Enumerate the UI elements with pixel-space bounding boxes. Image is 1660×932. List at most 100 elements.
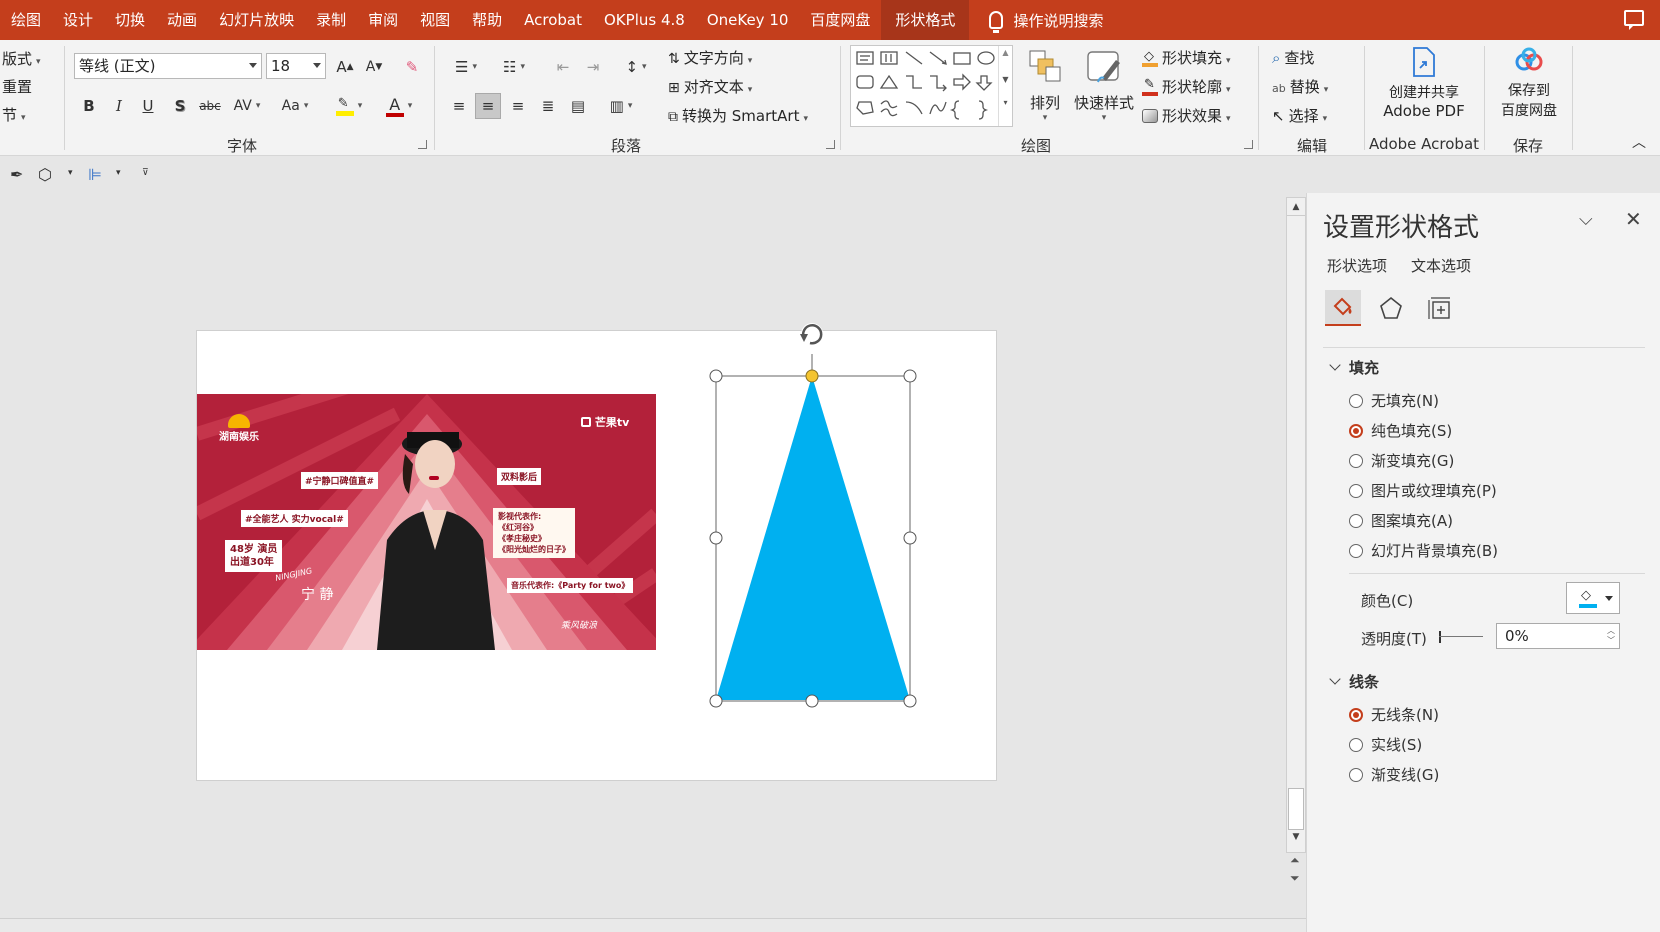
shape-effects-button[interactable]: 形状效果 ▾ xyxy=(1142,105,1231,126)
resize-handle-bottom[interactable] xyxy=(805,694,819,708)
previous-slide-icon[interactable]: ⏶ xyxy=(1290,854,1300,866)
tab-design[interactable]: 设计 xyxy=(52,0,104,40)
line-option[interactable]: 渐变线(G) xyxy=(1349,764,1439,785)
radio-button[interactable] xyxy=(1349,543,1363,558)
radio-button[interactable] xyxy=(1349,483,1363,498)
radio-button[interactable] xyxy=(1349,513,1363,528)
tell-me-search[interactable]: 操作说明搜索 xyxy=(989,10,1103,33)
tab-text-options[interactable]: 文本选项 xyxy=(1411,255,1471,276)
selected-triangle-shape[interactable] xyxy=(700,320,920,720)
align-icon[interactable]: ⊫ xyxy=(88,167,102,183)
radio-button[interactable] xyxy=(1349,393,1363,408)
tab-okplus[interactable]: OKPlus 4.8 xyxy=(593,0,696,40)
tab-draw[interactable]: 绘图 xyxy=(0,0,52,40)
columns-button[interactable]: ▥ ▾ xyxy=(600,93,642,119)
resize-handle-bottom-left[interactable] xyxy=(709,694,723,708)
resize-handle-bottom-right[interactable] xyxy=(903,694,917,708)
picture-ning-jing-poster[interactable]: 湖南娱乐 芒果tv #宁静口碑值直# #全能艺人 实力vocal# 48岁 演员… xyxy=(197,394,656,650)
shapes-icon[interactable]: ⬡ xyxy=(38,167,52,183)
font-name-combo[interactable]: 等线 (正文) xyxy=(74,53,262,79)
line-option[interactable]: 实线(S) xyxy=(1349,734,1422,755)
fill-line-tab[interactable] xyxy=(1325,290,1361,326)
align-left-button[interactable]: ≡ xyxy=(446,93,472,119)
scroll-up-icon[interactable]: ▲ xyxy=(1287,198,1305,216)
radio-button[interactable] xyxy=(1349,423,1363,438)
replace-button[interactable]: ab 替换 ▾ xyxy=(1272,76,1328,97)
radio-button[interactable] xyxy=(1349,737,1363,752)
editor-vertical-scrollbar[interactable]: ▲ ▼ xyxy=(1286,197,1306,853)
fill-option[interactable]: 纯色填充(S) xyxy=(1349,420,1452,441)
shrink-font-button[interactable]: A ▼ xyxy=(361,54,387,80)
section-button[interactable]: 节 ▾ xyxy=(2,104,26,125)
fill-option[interactable]: 无填充(N) xyxy=(1349,390,1439,411)
resize-handle-right[interactable] xyxy=(903,531,917,545)
strikethrough-button[interactable]: abc xyxy=(197,93,223,119)
customize-qat-icon[interactable]: ⊽ xyxy=(142,169,149,178)
paragraph-dialog-launcher[interactable] xyxy=(826,140,835,149)
increase-indent-button[interactable]: ⇥ xyxy=(580,54,606,80)
find-button[interactable]: ⌕ 查找 xyxy=(1272,47,1314,68)
eyedropper-icon[interactable]: ✒ xyxy=(10,167,23,183)
tab-slideshow[interactable]: 幻灯片放映 xyxy=(208,0,305,40)
tab-animations[interactable]: 动画 xyxy=(156,0,208,40)
align-text-button[interactable]: ⊞ 对齐文本 ▾ xyxy=(668,76,752,97)
italic-button[interactable]: I xyxy=(106,93,132,119)
transparency-slider[interactable] xyxy=(1439,629,1483,645)
select-button[interactable]: ↖ 选择 ▾ xyxy=(1272,105,1327,126)
highlight-color-button[interactable]: ✎ ▾ xyxy=(328,93,370,119)
tab-acrobat[interactable]: Acrobat xyxy=(513,0,593,40)
fill-option[interactable]: 幻灯片背景填充(B) xyxy=(1349,540,1498,561)
quick-styles-button[interactable]: 快速样式 ▾ xyxy=(1072,46,1136,130)
text-direction-button[interactable]: ⇅ 文字方向 ▾ xyxy=(668,47,752,68)
fill-option[interactable]: 渐变填充(G) xyxy=(1349,450,1454,471)
comments-icon[interactable] xyxy=(1624,10,1644,30)
collapse-ribbon-icon[interactable]: ︿ xyxy=(1632,136,1646,150)
fill-option[interactable]: 图片或纹理填充(P) xyxy=(1349,480,1497,501)
rotate-handle[interactable] xyxy=(800,323,823,345)
scroll-down-icon[interactable]: ▼ xyxy=(1287,832,1305,842)
tab-shape-format[interactable]: 形状格式 xyxy=(881,0,970,40)
create-share-pdf-button[interactable]: 创建并共享 Adobe PDF xyxy=(1372,46,1476,130)
tab-shape-options[interactable]: 形状选项 xyxy=(1327,255,1387,276)
bold-button[interactable]: B xyxy=(76,93,102,119)
align-dropdown-icon[interactable]: ▾ xyxy=(116,169,121,178)
text-shadow-button[interactable]: S xyxy=(167,93,193,119)
tab-onekey[interactable]: OneKey 10 xyxy=(696,0,800,40)
convert-smartart-button[interactable]: ⧉ 转换为 SmartArt ▾ xyxy=(668,105,808,126)
shapes-dropdown-icon[interactable]: ▾ xyxy=(68,169,73,178)
font-color-button[interactable]: A ▾ xyxy=(378,93,420,119)
line-spacing-button[interactable]: ↕ ▾ xyxy=(616,54,656,80)
distributed-button[interactable]: ▤ xyxy=(565,93,591,119)
align-right-button[interactable]: ≡ xyxy=(505,93,531,119)
drawing-dialog-launcher[interactable] xyxy=(1244,140,1253,149)
line-option[interactable]: 无线条(N) xyxy=(1349,704,1439,725)
effects-tab[interactable] xyxy=(1373,290,1409,326)
shape-outline-button[interactable]: ✎ 形状轮廓 ▾ xyxy=(1142,76,1231,97)
spin-buttons-icon[interactable]: ︿ ﹀ xyxy=(1607,626,1615,646)
transparency-input[interactable]: 0% ︿ ﹀ xyxy=(1496,623,1620,649)
justify-button[interactable]: ≣ xyxy=(535,93,561,119)
adjust-handle[interactable] xyxy=(805,369,819,383)
tab-baidu-netdisk[interactable]: 百度网盘 xyxy=(799,0,881,40)
next-slide-icon[interactable]: ⏷ xyxy=(1290,872,1300,884)
underline-button[interactable]: U xyxy=(135,93,161,119)
tab-help[interactable]: 帮助 xyxy=(461,0,513,40)
font-size-combo[interactable]: 18 xyxy=(266,53,326,79)
size-properties-tab[interactable] xyxy=(1421,290,1457,326)
grow-font-button[interactable]: A ▲ xyxy=(332,54,358,80)
pane-close-icon[interactable]: ✕ xyxy=(1625,207,1642,231)
fill-color-picker[interactable]: ◇ xyxy=(1566,582,1620,614)
shape-fill-button[interactable]: ◇ 形状填充 ▾ xyxy=(1142,47,1231,68)
radio-button[interactable] xyxy=(1349,767,1363,782)
save-to-baidu-button[interactable]: 保存到 百度网盘 xyxy=(1494,46,1564,130)
decrease-indent-button[interactable]: ⇤ xyxy=(550,54,576,80)
scroll-thumb[interactable] xyxy=(1288,788,1304,830)
fill-option[interactable]: 图案填充(A) xyxy=(1349,510,1453,531)
tab-transitions[interactable]: 切换 xyxy=(104,0,156,40)
bullets-button[interactable]: ☰ ▾ xyxy=(446,54,486,80)
reset-button[interactable]: 重置 xyxy=(2,76,32,97)
numbering-button[interactable]: ☷ ▾ xyxy=(494,54,534,80)
change-case-button[interactable]: Aa ▾ xyxy=(275,93,315,119)
radio-button[interactable] xyxy=(1349,453,1363,468)
font-dialog-launcher[interactable] xyxy=(418,140,427,149)
